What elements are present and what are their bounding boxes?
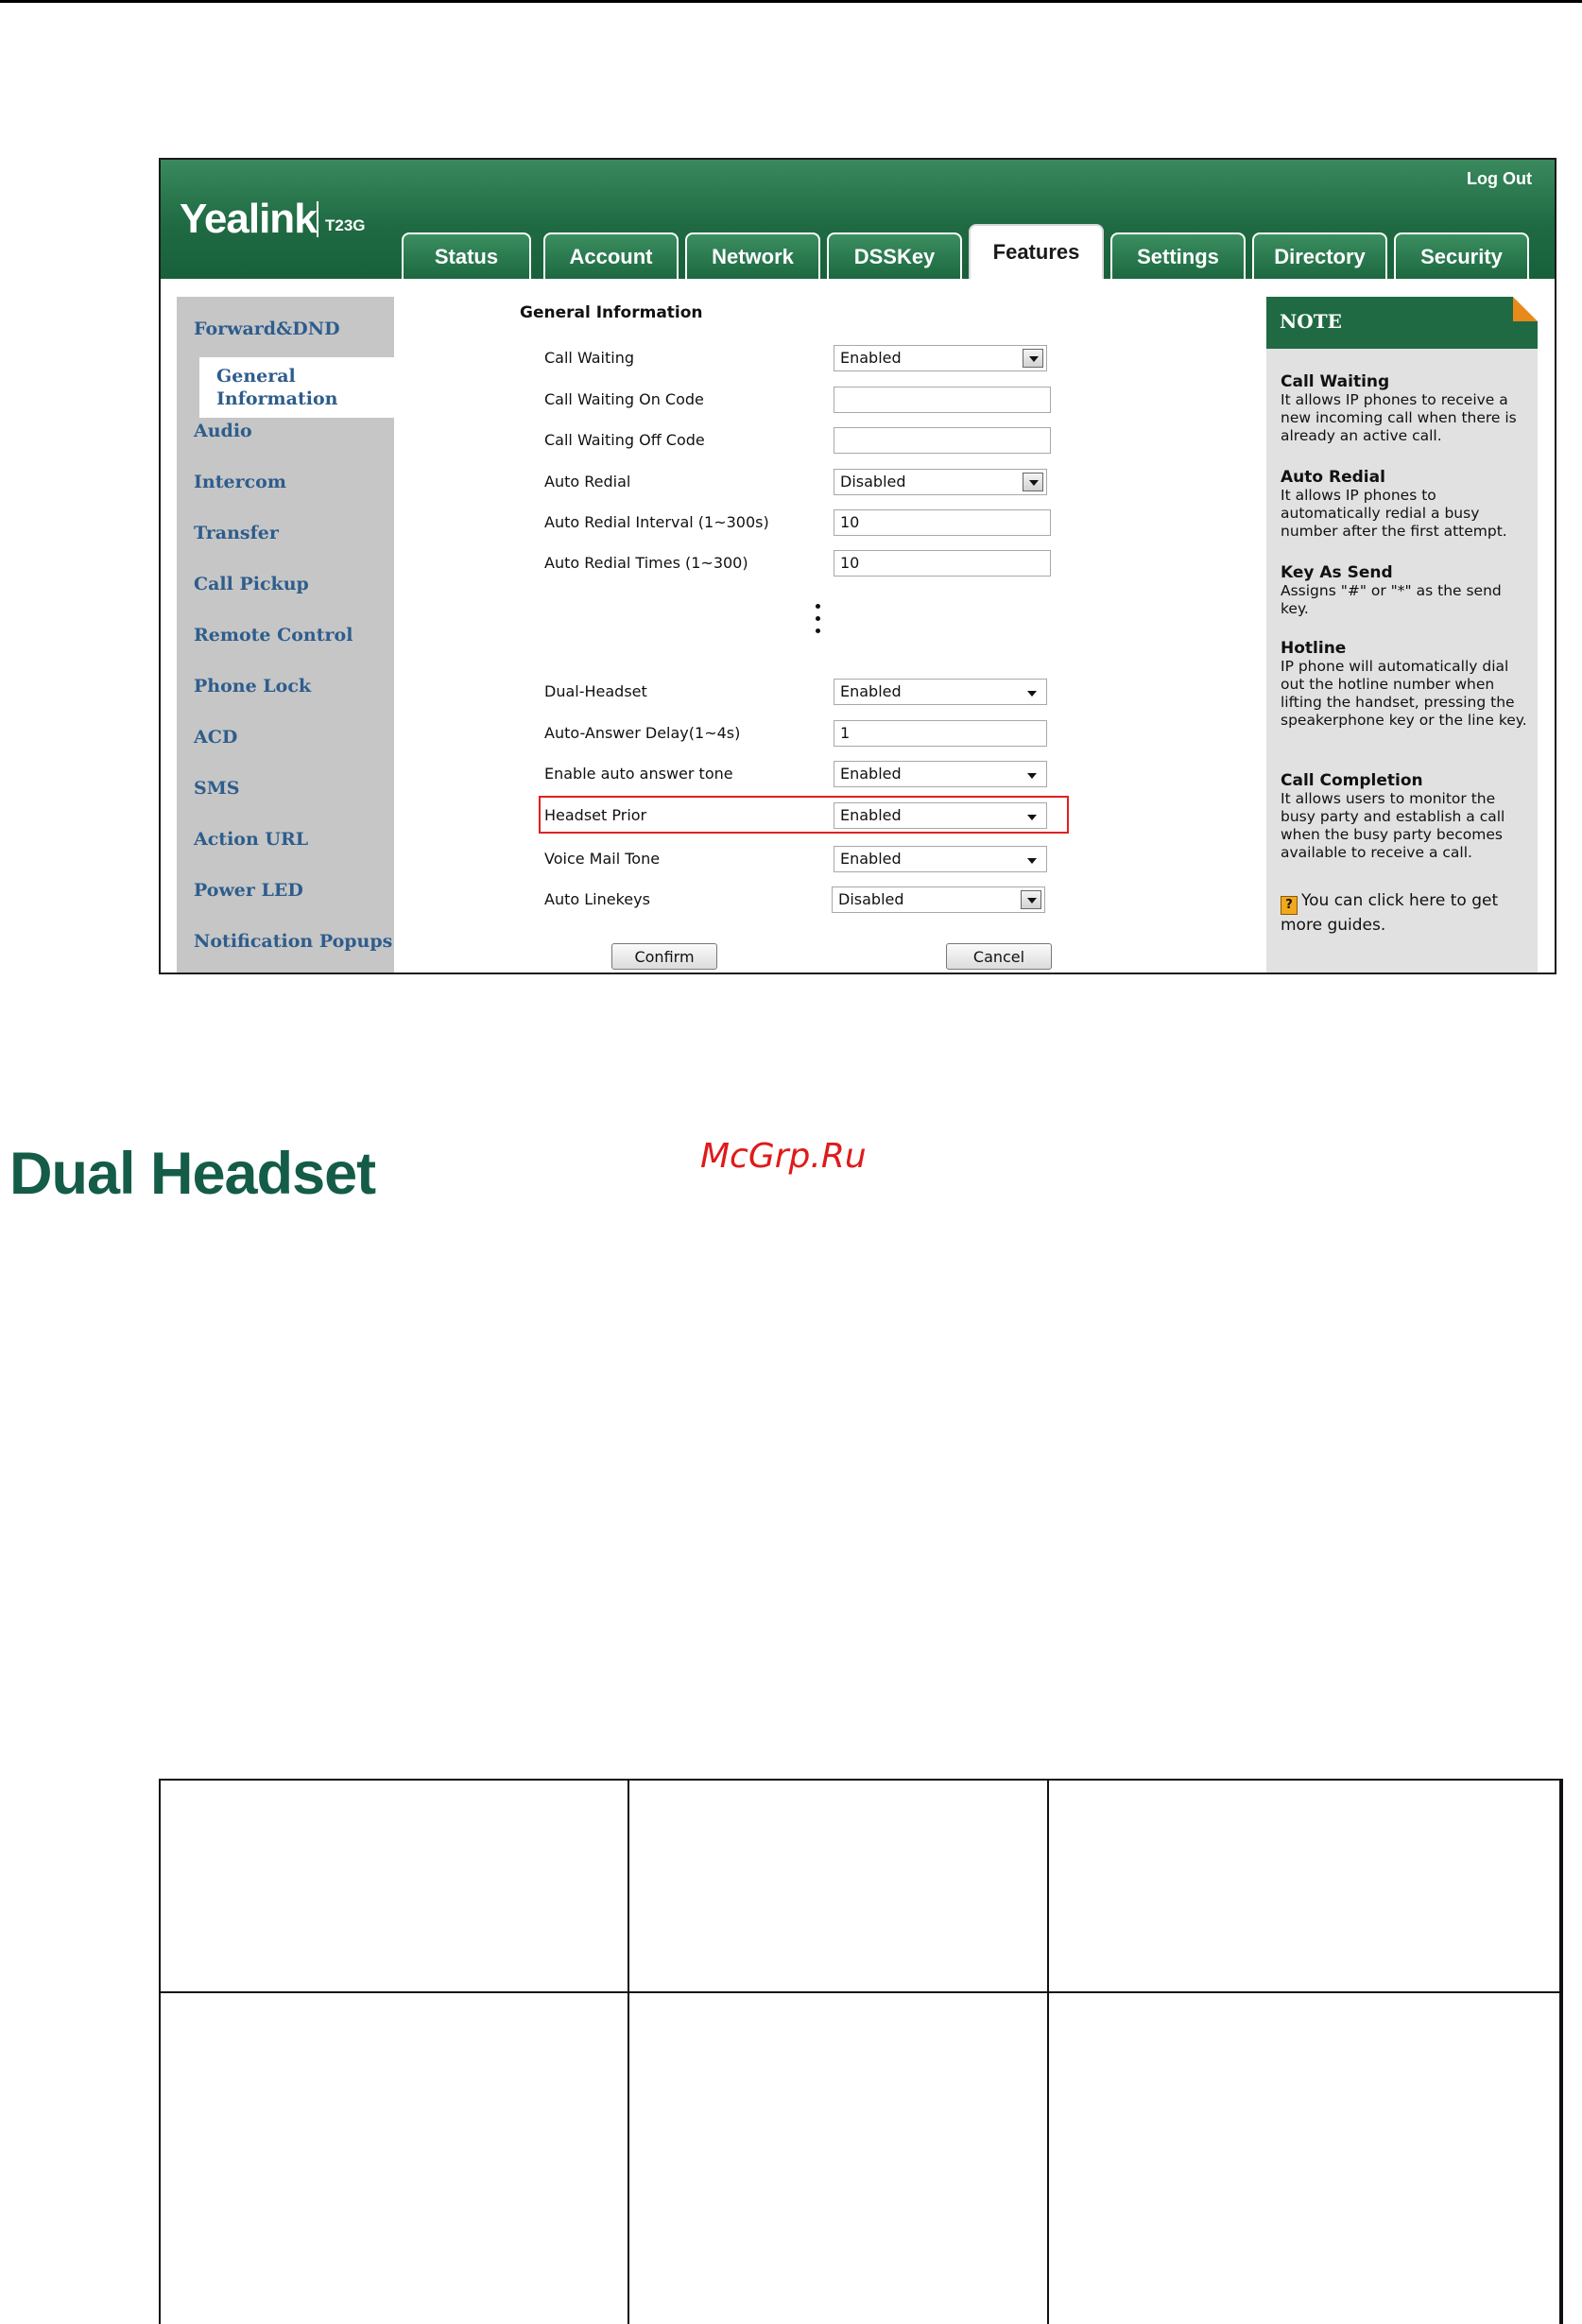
dropdown-arrow-icon [1027, 858, 1037, 864]
sidebar-item-audio[interactable]: Audio [194, 420, 411, 442]
field-label: Auto Redial [544, 473, 631, 491]
tab-directory[interactable]: Directory [1252, 232, 1387, 279]
model-label: T23G [325, 216, 366, 234]
yealink-logo: Yealink [180, 196, 318, 242]
watermark: McGrp.Ru [700, 1137, 867, 1176]
sidebar-item-intercom[interactable]: Intercom [194, 471, 411, 493]
table-cell [1049, 1993, 1561, 2324]
section-title: General Information [520, 303, 703, 322]
field-label: Call Waiting [544, 349, 635, 367]
note-item: Call Completion It allows users to monit… [1281, 771, 1505, 862]
logo-separator [317, 201, 318, 237]
dropdown-arrow-icon [1023, 349, 1043, 368]
tab-dsskey[interactable]: DSSKey [827, 232, 962, 279]
call-waiting-select[interactable]: Enabled [834, 345, 1047, 371]
sidebar-item-forward-dnd[interactable]: Forward&DND [194, 318, 411, 340]
cancel-button[interactable]: Cancel [946, 943, 1052, 970]
sidebar-item-transfer[interactable]: Transfer [194, 522, 411, 544]
voice-mail-tone-select[interactable]: Enabled [834, 846, 1047, 872]
sidebar-item-remote-control[interactable]: Remote Control [194, 624, 411, 646]
sidebar-item-power-led[interactable]: Power LED [194, 879, 411, 902]
dual-headset-select[interactable]: Enabled [834, 679, 1047, 705]
sidebar-item-action-url[interactable]: Action URL [194, 828, 411, 851]
table-cell [629, 1993, 1049, 2324]
field-label: Call Waiting Off Code [544, 431, 705, 449]
auto-answer-tone-select[interactable]: Enabled [834, 761, 1047, 787]
header-bar: Yealink T23G Log Out Status Account Netw… [161, 160, 1555, 279]
call-waiting-off-code-input[interactable] [834, 427, 1051, 454]
field-label: Enable auto answer tone [544, 765, 733, 783]
auto-redial-interval-input[interactable]: 10 [834, 509, 1051, 536]
field-label: Auto Redial Times (1~300) [544, 554, 748, 572]
sidebar-item-acd[interactable]: ACD [194, 726, 411, 749]
headset-prior-highlight-box [539, 796, 1069, 834]
auto-redial-times-input[interactable]: 10 [834, 550, 1051, 577]
table-cell [629, 1781, 1049, 1993]
tab-status[interactable]: Status [402, 232, 531, 279]
auto-linekeys-select[interactable]: Disabled [832, 887, 1045, 913]
note-item: Key As Send Assigns "#" or "*" as the se… [1281, 563, 1502, 618]
logout-link[interactable]: Log Out [1467, 169, 1532, 189]
note-item: Hotline IP phone will automatically dial… [1281, 639, 1527, 730]
auto-redial-select[interactable]: Disabled [834, 469, 1047, 495]
page-top-rule [0, 0, 1582, 3]
field-label: Auto Linekeys [544, 890, 650, 908]
tab-security[interactable]: Security [1394, 232, 1529, 279]
dropdown-arrow-icon [1023, 473, 1043, 491]
dropdown-arrow-icon [1027, 773, 1037, 779]
field-label: Voice Mail Tone [544, 850, 661, 868]
field-label: Dual-Headset [544, 682, 647, 700]
field-label: Call Waiting On Code [544, 390, 704, 408]
note-title: NOTE [1266, 297, 1538, 349]
tab-settings[interactable]: Settings [1110, 232, 1246, 279]
confirm-button[interactable]: Confirm [611, 943, 717, 970]
help-book-icon: ? [1281, 896, 1298, 915]
note-item: Call Waiting It allows IP phones to rece… [1281, 372, 1517, 445]
table-cell [161, 1781, 629, 1993]
dropdown-arrow-icon [1021, 890, 1041, 909]
section-heading: Dual Headset [9, 1141, 376, 1207]
table-cell [1049, 1781, 1561, 1993]
tab-features[interactable]: Features [969, 224, 1104, 279]
call-waiting-on-code-input[interactable] [834, 387, 1051, 413]
sidebar-item-sms[interactable]: SMS [194, 777, 411, 800]
note-corner-icon [1513, 297, 1538, 321]
sidebar-item-phone-lock[interactable]: Phone Lock [194, 675, 411, 697]
sidebar-item-general-information[interactable]: General Information [199, 357, 415, 418]
table-cell [161, 1993, 629, 2324]
tab-account[interactable]: Account [543, 232, 679, 279]
tab-network[interactable]: Network [685, 232, 820, 279]
web-ui-screenshot: Yealink T23G Log Out Status Account Netw… [159, 158, 1556, 974]
document-table [159, 1779, 1563, 2324]
note-panel: NOTE Call Waiting It allows IP phones to… [1266, 297, 1538, 973]
sidebar: Forward&DND General Information Audio In… [177, 297, 415, 973]
field-label: Auto-Answer Delay(1~4s) [544, 724, 741, 742]
sidebar-item-notification-popups[interactable]: Notification Popups [194, 930, 411, 953]
note-item: Auto Redial It allows IP phones to autom… [1281, 468, 1507, 541]
auto-answer-delay-input[interactable]: 1 [834, 720, 1047, 747]
dropdown-arrow-icon [1027, 691, 1037, 697]
field-label: Auto Redial Interval (1~300s) [544, 513, 769, 531]
ellipsis-vertical-icon [816, 604, 821, 641]
sidebar-item-call-pickup[interactable]: Call Pickup [194, 573, 411, 595]
guides-link[interactable]: ? You can click here to get more guides. [1281, 890, 1528, 937]
